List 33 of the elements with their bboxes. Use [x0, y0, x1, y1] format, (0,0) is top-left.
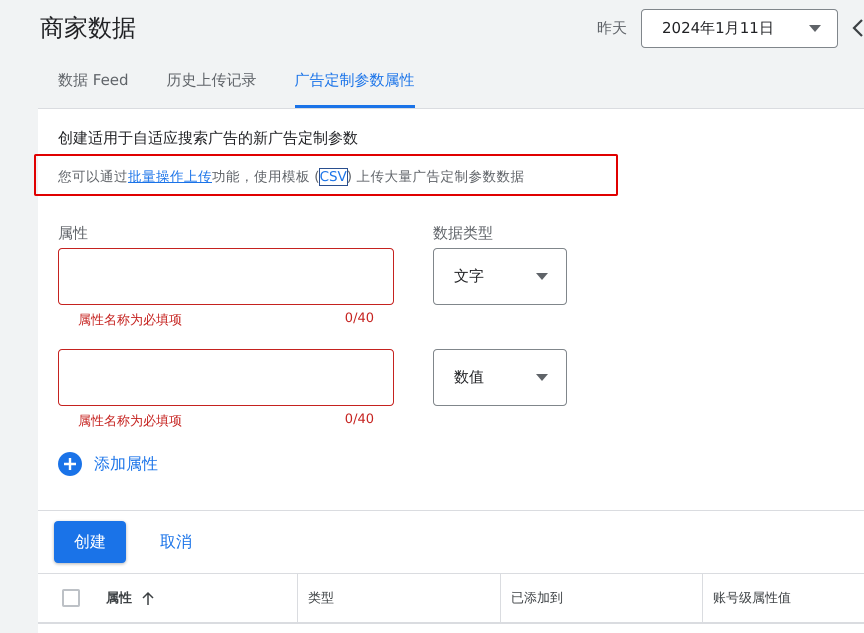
- notice-text: 您可以通过批量操作上传功能，使用模板 (CSV) 上传大量广告定制参数数据: [58, 168, 524, 186]
- csv-link[interactable]: CSV: [320, 169, 347, 185]
- create-button[interactable]: 创建: [54, 521, 126, 563]
- chevron-left-icon[interactable]: [852, 18, 864, 38]
- tab[interactable]: 数据 Feed: [58, 56, 129, 108]
- date-label: 昨天: [597, 18, 627, 38]
- cancel-button[interactable]: 取消: [154, 530, 198, 554]
- type-select[interactable]: 数值: [433, 349, 567, 406]
- char-counter: 0/40: [344, 412, 374, 429]
- input-field[interactable]: [58, 349, 394, 406]
- date-picker[interactable]: 2024年1月11日: [641, 8, 838, 48]
- attribute-label: 属性: [58, 224, 89, 244]
- error-text: 属性名称为必填项: [78, 413, 182, 431]
- column-header[interactable]: 属性: [106, 589, 132, 607]
- caret-icon: [809, 24, 821, 32]
- type-select[interactable]: 文字: [433, 248, 567, 305]
- error-text: 属性名称为必填项: [78, 312, 182, 330]
- tab[interactable]: 历史上传记录: [166, 56, 257, 108]
- plus-icon: [58, 452, 82, 476]
- bulk-upload-link[interactable]: 批量操作上传: [128, 169, 212, 185]
- form-heading: 创建适用于自适应搜索广告的新广告定制参数: [58, 129, 359, 148]
- column-header[interactable]: 账号级属性值: [713, 589, 791, 607]
- arrow-up-icon: [142, 591, 154, 605]
- type-label: 数据类型: [433, 224, 494, 244]
- column-header[interactable]: 类型: [308, 589, 334, 607]
- add-attribute-button[interactable]: 添加属性: [58, 452, 158, 476]
- char-counter: 0/40: [344, 311, 374, 328]
- checkbox[interactable]: [62, 589, 80, 607]
- page-title: 商家数据: [40, 13, 137, 44]
- caret-icon: [536, 273, 548, 280]
- column-header[interactable]: 已添加到: [511, 589, 563, 607]
- input-field[interactable]: [58, 248, 394, 305]
- caret-icon: [536, 374, 548, 381]
